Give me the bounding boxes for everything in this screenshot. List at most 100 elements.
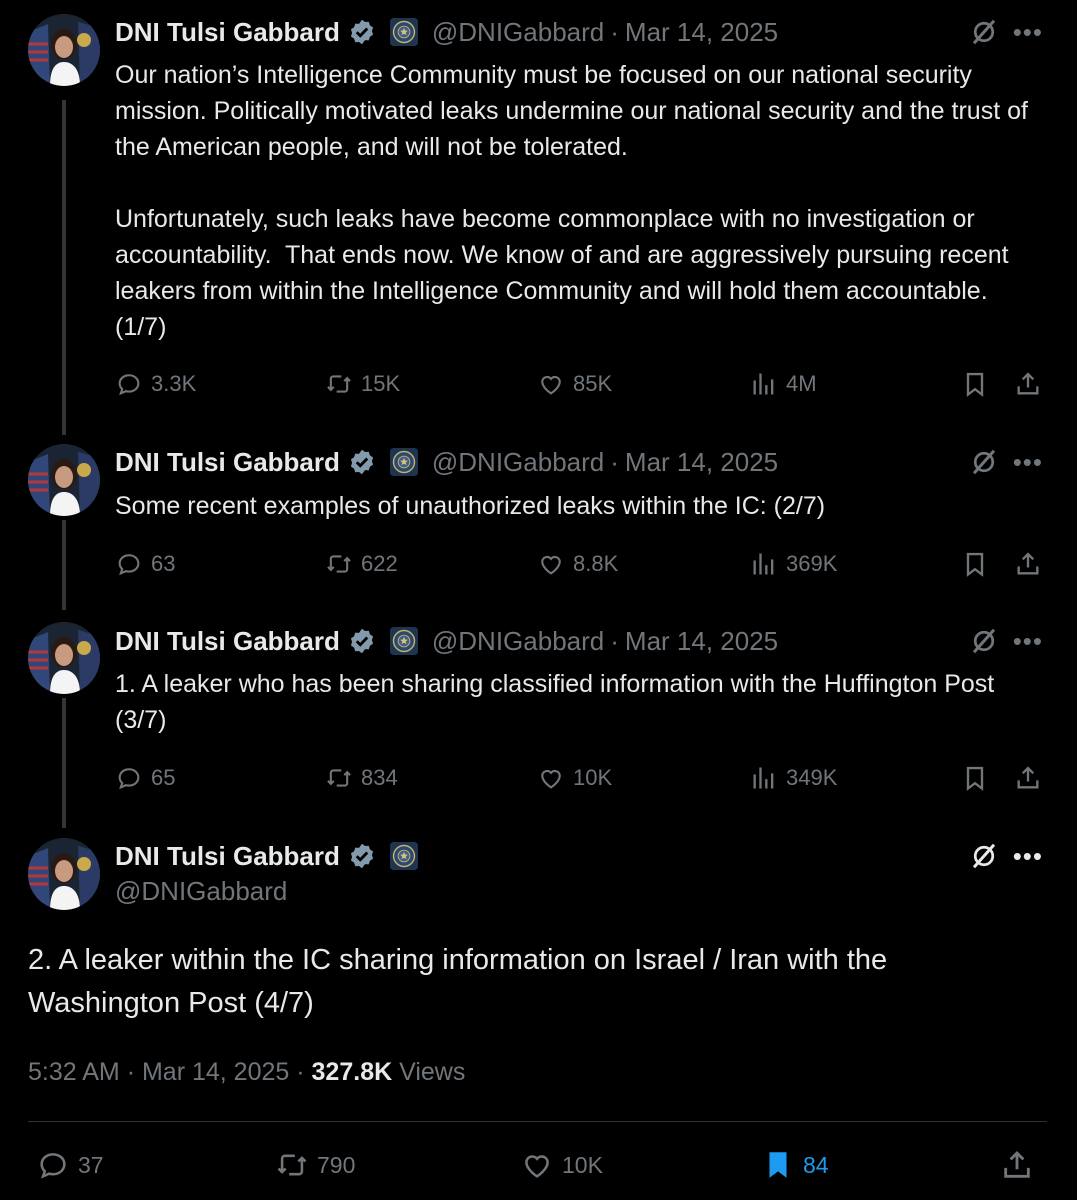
share-icon: [1000, 1148, 1034, 1182]
reply-icon: [115, 764, 143, 792]
author-name[interactable]: DNI Tulsi Gabbard: [115, 841, 340, 872]
tweet-date[interactable]: Mar 14, 2025: [625, 447, 778, 478]
separator-dot: ·: [610, 625, 619, 656]
views-count: 349K: [786, 765, 838, 790]
repost-count: 834: [361, 765, 398, 790]
avatar[interactable]: [28, 838, 100, 910]
more-icon[interactable]: •••: [1013, 843, 1043, 869]
share-button[interactable]: [1013, 547, 1043, 581]
reply-count: 3.3K: [151, 371, 197, 396]
main-tweet: DNI Tulsi Gabbard @DNIGabbard ••• 2. A l…: [0, 826, 1077, 1200]
avatar[interactable]: [28, 622, 100, 694]
views-total: 327.8K: [311, 1058, 393, 1086]
tweet-date[interactable]: Mar 14, 2025: [142, 1058, 289, 1086]
reply-count: 37: [78, 1151, 104, 1178]
tweet-actions: 3.3K 15K 85K 4M: [115, 367, 1047, 401]
tweet-thread: DNI Tulsi Gabbard @DNIGabbard · Mar 14, …: [0, 0, 1077, 1200]
bookmark-icon: [961, 764, 989, 792]
like-icon: [537, 550, 565, 578]
reply-button[interactable]: 3.3K: [115, 367, 196, 401]
like-count: 10K: [562, 1151, 603, 1178]
verified-badge-icon[interactable]: [348, 842, 376, 870]
retweet-icon: [325, 370, 353, 398]
separator-dot: ·: [296, 1058, 305, 1086]
thread-tweet-2[interactable]: DNI Tulsi Gabbard @DNIGabbard · Mar 14, …: [0, 430, 1077, 610]
reply-icon: [36, 1148, 70, 1182]
views-button[interactable]: 4M: [750, 367, 817, 401]
views-button[interactable]: 369K: [750, 547, 837, 581]
repost-count: 15K: [361, 371, 401, 396]
share-button[interactable]: [1000, 1145, 1042, 1185]
dni-seal-icon[interactable]: [390, 627, 418, 655]
share-button[interactable]: [1013, 367, 1043, 401]
separator-dot: ·: [610, 446, 619, 477]
grok-icon[interactable]: [969, 17, 999, 47]
retweet-icon: [275, 1148, 309, 1182]
reply-button[interactable]: 37: [36, 1145, 104, 1185]
tweet-date[interactable]: Mar 14, 2025: [625, 17, 778, 48]
views-button[interactable]: 349K: [750, 761, 837, 795]
views-icon: [750, 550, 778, 578]
dni-seal-icon[interactable]: [390, 18, 418, 46]
bookmark-button[interactable]: 84: [761, 1145, 829, 1185]
repost-count: 622: [361, 551, 398, 576]
tweet-text: 1. A leaker who has been sharing classif…: [115, 670, 1002, 734]
thread-tweet-3[interactable]: DNI Tulsi Gabbard @DNIGabbard · Mar 14, …: [0, 608, 1077, 828]
dni-seal-icon[interactable]: [390, 448, 418, 476]
grok-icon[interactable]: [969, 626, 999, 656]
grok-icon[interactable]: [969, 841, 999, 871]
dni-seal-icon[interactable]: [390, 842, 418, 870]
reply-button[interactable]: 63: [115, 547, 175, 581]
main-tweet-text: 2. A leaker within the IC sharing inform…: [28, 944, 888, 1019]
views-icon: [750, 370, 778, 398]
author-name[interactable]: DNI Tulsi Gabbard: [115, 626, 340, 657]
separator-dot: ·: [610, 16, 619, 47]
repost-button[interactable]: 15K: [325, 367, 400, 401]
more-icon[interactable]: •••: [1013, 19, 1043, 45]
tweet-header: DNI Tulsi Gabbard @DNIGabbard · Mar 14, …: [115, 445, 778, 479]
reply-button[interactable]: 65: [115, 761, 175, 795]
author-handle[interactable]: @DNIGabbard: [432, 447, 604, 478]
views-label: Views: [399, 1058, 466, 1086]
repost-button[interactable]: 834: [325, 761, 398, 795]
bookmark-button[interactable]: [960, 547, 990, 581]
author-handle[interactable]: @DNIGabbard: [432, 626, 604, 657]
reply-icon: [115, 370, 143, 398]
tweet-time[interactable]: 5:32 AM: [28, 1058, 120, 1086]
tweet-header: DNI Tulsi Gabbard @DNIGabbard · Mar 14, …: [115, 15, 778, 49]
reply-icon: [115, 550, 143, 578]
grok-icon[interactable]: [969, 447, 999, 477]
tweet-date[interactable]: Mar 14, 2025: [625, 626, 778, 657]
repost-button[interactable]: 622: [325, 547, 398, 581]
views-count: 4M: [786, 371, 817, 396]
like-icon: [537, 370, 565, 398]
author-name[interactable]: DNI Tulsi Gabbard: [115, 17, 340, 48]
share-button[interactable]: [1013, 761, 1043, 795]
like-button[interactable]: 8.8K: [537, 547, 618, 581]
repost-button[interactable]: 790: [275, 1145, 355, 1185]
separator-dot: ·: [126, 1058, 136, 1086]
like-button[interactable]: 85K: [537, 367, 612, 401]
bookmark-button[interactable]: [960, 761, 990, 795]
thread-tweet-1[interactable]: DNI Tulsi Gabbard @DNIGabbard · Mar 14, …: [0, 0, 1077, 430]
bookmark-icon: [961, 550, 989, 578]
share-icon: [1014, 550, 1042, 578]
tweet-text: Some recent examples of unauthorized lea…: [115, 492, 826, 520]
verified-badge-icon[interactable]: [348, 18, 376, 46]
author-name[interactable]: DNI Tulsi Gabbard: [115, 447, 340, 478]
more-icon[interactable]: •••: [1013, 449, 1043, 475]
verified-badge-icon[interactable]: [348, 627, 376, 655]
share-icon: [1014, 370, 1042, 398]
author-handle[interactable]: @DNIGabbard: [432, 17, 604, 48]
verified-badge-icon[interactable]: [348, 448, 376, 476]
like-button[interactable]: 10K: [537, 761, 612, 795]
author-handle[interactable]: @DNIGabbard: [115, 876, 287, 907]
avatar[interactable]: [28, 14, 100, 86]
divider: [28, 1121, 1047, 1122]
like-count: 8.8K: [573, 551, 619, 576]
bookmark-icon: [761, 1148, 795, 1182]
avatar[interactable]: [28, 444, 100, 516]
like-button[interactable]: 10K: [520, 1145, 603, 1185]
more-icon[interactable]: •••: [1013, 628, 1043, 654]
bookmark-button[interactable]: [960, 367, 990, 401]
